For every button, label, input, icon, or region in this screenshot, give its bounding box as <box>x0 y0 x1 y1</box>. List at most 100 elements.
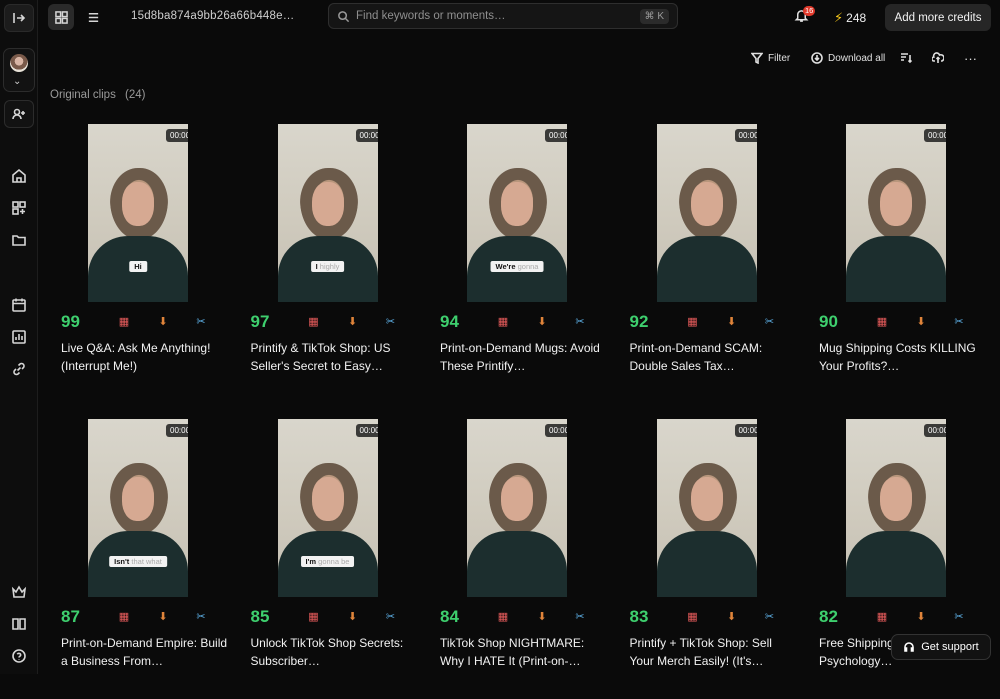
clip-caption: I highly <box>310 261 345 272</box>
clip-start-time: 00:00 <box>359 426 378 435</box>
scissors-icon[interactable]: ✂ <box>762 610 778 624</box>
virality-score: 82 <box>819 607 838 626</box>
calendar-icon[interactable] <box>4 291 34 319</box>
add-apps-icon[interactable] <box>4 194 34 222</box>
clip-thumbnail[interactable]: 00:0000:18 <box>846 419 946 597</box>
calendar-icon[interactable]: ▦ <box>874 315 890 329</box>
clip-count: (24) <box>125 89 146 101</box>
collapse-sidebar-icon[interactable] <box>4 4 34 32</box>
scissors-icon[interactable]: ✂ <box>951 315 967 329</box>
scissors-icon[interactable]: ✂ <box>572 315 588 329</box>
download-icon[interactable]: ⬇ <box>155 610 171 624</box>
clip-meta: 94 ▦ ⬇ ✂ <box>440 312 610 332</box>
clip-card[interactable]: 00:0000:49 I'm gonna be 85 ▦ ⬇ ✂ Unlock TikTok… <box>240 419 420 699</box>
clip-title[interactable]: Print-on-Demand Empire: Build a Business… <box>61 635 229 670</box>
clip-thumbnail[interactable]: 00:0000:30 <box>656 124 757 302</box>
clip-thumbnail[interactable]: 00:0000:15 Isn't that what <box>88 419 188 597</box>
calendar-icon[interactable]: ▦ <box>116 315 132 329</box>
thumbnail-body <box>467 531 567 597</box>
download-icon[interactable]: ⬇ <box>345 610 361 624</box>
search-input[interactable] <box>356 10 640 22</box>
download-all-label: Download all <box>828 52 886 64</box>
thumbnail-face <box>690 182 723 226</box>
clip-thumbnail[interactable]: 00:0000:39 <box>467 419 567 597</box>
clip-start-time: 00:00 <box>170 131 188 140</box>
caption-rest: highly <box>319 262 340 271</box>
add-credits-button[interactable]: Add more credits <box>885 4 991 31</box>
analytics-icon[interactable] <box>4 323 34 351</box>
thumbnail-face <box>311 477 344 521</box>
scissors-icon[interactable]: ✂ <box>951 610 967 624</box>
clip-title[interactable]: Print-on-Demand Mugs: Avoid These Printi… <box>440 340 608 375</box>
clip-title[interactable]: Printify + TikTok Shop: Sell Your Merch … <box>630 635 798 670</box>
clip-card[interactable]: 00:0000:25 I highly 97 ▦ ⬇ ✂ Printify & TikTok… <box>240 124 420 404</box>
clip-thumbnail[interactable]: 00:0000:19 Hi <box>88 124 188 302</box>
filter-button[interactable]: Filter <box>751 46 790 70</box>
crown-icon[interactable] <box>4 578 34 606</box>
clip-card[interactable]: 00:0000:30 92 ▦ ⬇ ✂ Print-on-Demand SCAM: Dou… <box>619 124 799 404</box>
folder-icon[interactable] <box>4 226 34 254</box>
get-support-button[interactable]: Get support <box>891 634 991 660</box>
scissors-icon[interactable]: ✂ <box>762 315 778 329</box>
calendar-icon[interactable]: ▦ <box>306 315 322 329</box>
virality-score: 83 <box>629 607 649 626</box>
download-icon[interactable]: ⬇ <box>345 315 361 329</box>
download-icon[interactable]: ⬇ <box>913 315 929 329</box>
calendar-icon[interactable]: ▦ <box>685 610 701 624</box>
download-icon[interactable]: ⬇ <box>534 610 550 624</box>
notifications-button[interactable]: 16 <box>794 6 816 28</box>
scissors-icon[interactable]: ✂ <box>193 315 209 329</box>
clip-title[interactable]: Mug Shipping Costs KILLING Your Profits?… <box>819 340 987 375</box>
calendar-icon[interactable]: ▦ <box>116 610 132 624</box>
clip-title[interactable]: Printify & TikTok Shop: US Seller's Secr… <box>251 340 419 375</box>
clip-start-time: 00:00 <box>738 131 757 140</box>
clip-thumbnail[interactable]: 00:0001:25 We're gonna <box>467 124 567 302</box>
download-icon[interactable]: ⬇ <box>724 315 740 329</box>
more-icon[interactable]: ··· <box>964 46 977 70</box>
calendar-icon[interactable]: ▦ <box>874 610 890 624</box>
clip-thumbnail[interactable]: 00:0000:25 I highly <box>277 124 378 302</box>
download-icon[interactable]: ⬇ <box>155 315 171 329</box>
search-bar[interactable]: ⌘ K <box>328 3 678 29</box>
clip-thumbnail[interactable]: 00:0001:24 <box>846 124 946 302</box>
download-icon[interactable]: ⬇ <box>534 315 550 329</box>
clip-start-time: 00:00 <box>359 131 378 140</box>
clip-title[interactable]: Print-on-Demand SCAM: Double Sales Tax… <box>630 340 798 375</box>
clip-card[interactable]: 00:0000:39 84 ▦ ⬇ ✂ TikTok Shop NIGHTMARE: Wh… <box>429 419 609 699</box>
credits-display: ⚡ 248 <box>834 10 866 26</box>
help-icon[interactable] <box>4 642 34 670</box>
calendar-icon[interactable]: ▦ <box>495 315 511 329</box>
scissors-icon[interactable]: ✂ <box>383 610 399 624</box>
clip-caption: We're gonna <box>490 261 544 272</box>
list-view-icon[interactable] <box>80 4 106 30</box>
calendar-icon[interactable]: ▦ <box>685 315 701 329</box>
upload-icon[interactable] <box>932 46 944 70</box>
clip-meta: 92 ▦ ⬇ ✂ <box>630 312 800 332</box>
scissors-icon[interactable]: ✂ <box>572 610 588 624</box>
link-icon[interactable] <box>4 355 34 383</box>
book-icon[interactable] <box>4 610 34 638</box>
clip-thumbnail[interactable]: 00:0000:49 I'm gonna be <box>277 419 378 597</box>
clip-title[interactable]: Unlock TikTok Shop Secrets: Subscriber… <box>251 635 419 670</box>
clip-card[interactable]: 00:0000:19 Hi 99 ▦ ⬇ ✂ Live Q&A: Ask Me Anyth… <box>50 124 230 404</box>
clip-card[interactable]: 00:0001:24 90 ▦ ⬇ ✂ Mug Shipping Costs KILLIN… <box>808 124 988 404</box>
home-icon[interactable] <box>4 162 34 190</box>
scissors-icon[interactable]: ✂ <box>383 315 399 329</box>
download-icon[interactable]: ⬇ <box>913 610 929 624</box>
clip-card[interactable]: 00:0001:25 We're gonna 94 ▦ ⬇ ✂ Print-on-Deman… <box>429 124 609 404</box>
clip-title[interactable]: Live Q&A: Ask Me Anything! (Interrupt Me… <box>61 340 229 375</box>
scissors-icon[interactable]: ✂ <box>193 610 209 624</box>
download-all-button[interactable]: Download all <box>811 46 885 70</box>
download-icon[interactable]: ⬇ <box>724 610 740 624</box>
workspace-switcher[interactable]: ⌄ <box>3 48 35 92</box>
calendar-icon[interactable]: ▦ <box>306 610 322 624</box>
sort-icon[interactable] <box>900 46 912 70</box>
clip-meta: 85 ▦ ⬇ ✂ <box>251 607 421 627</box>
clip-card[interactable]: 00:0000:15 Isn't that what 87 ▦ ⬇ ✂ Print-on-D… <box>50 419 230 699</box>
grid-view-icon[interactable] <box>48 4 74 30</box>
clip-card[interactable]: 00:0000:37 83 ▦ ⬇ ✂ Printify + TikTok Shop: S… <box>619 419 799 699</box>
calendar-icon[interactable]: ▦ <box>495 610 511 624</box>
clip-thumbnail[interactable]: 00:0000:37 <box>656 419 757 597</box>
invite-user-icon[interactable] <box>4 100 34 128</box>
clip-title[interactable]: TikTok Shop NIGHTMARE: Why I HATE It (Pr… <box>440 635 608 670</box>
